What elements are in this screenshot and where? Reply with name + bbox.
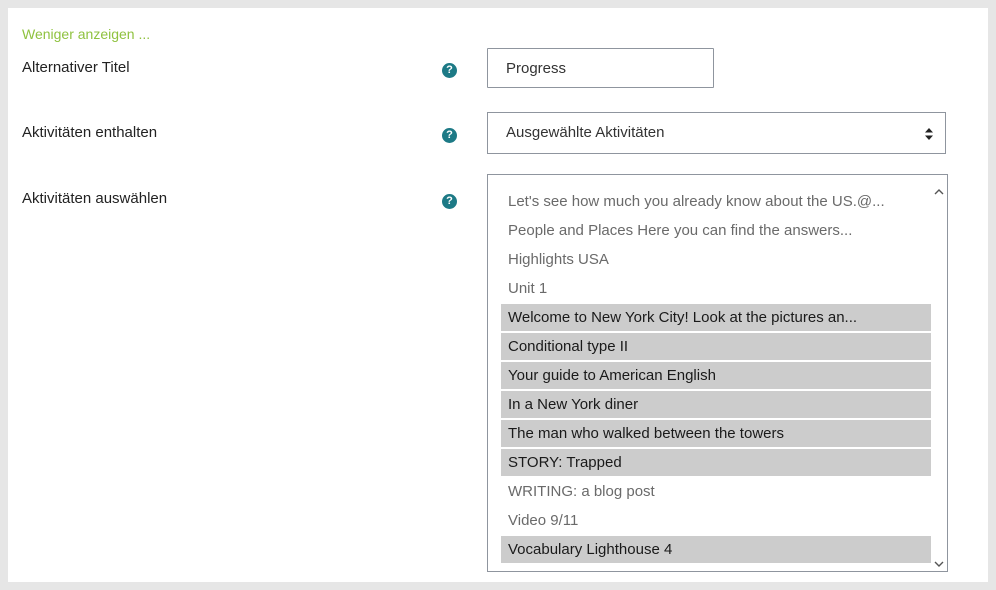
list-item[interactable]: Conditional type II	[501, 333, 931, 360]
list-item[interactable]: People and Places Here you can find the …	[501, 217, 931, 244]
form-panel: Weniger anzeigen ... Alternativer Titel …	[8, 8, 988, 582]
include-activities-selected-value: Ausgewählte Aktivitäten	[506, 124, 665, 141]
chevron-down-icon[interactable]	[934, 555, 944, 567]
help-icon[interactable]: ?	[442, 194, 457, 209]
include-activities-select[interactable]: Ausgewählte Aktivitäten	[487, 112, 946, 154]
chevron-up-icon[interactable]	[934, 183, 944, 195]
list-item[interactable]: Highlights USA	[501, 246, 931, 273]
include-activities-label: Aktivitäten enthalten	[22, 124, 158, 141]
help-icon[interactable]: ?	[442, 128, 457, 143]
list-item[interactable]: STORY: Trapped	[501, 449, 931, 476]
select-activities-label: Aktivitäten auswählen	[22, 190, 168, 207]
list-item[interactable]: WRITING: a blog post	[501, 478, 931, 505]
help-icon[interactable]: ?	[442, 63, 457, 78]
alt-title-label: Alternativer Titel	[22, 59, 130, 76]
list-item[interactable]: Let's see how much you already know abou…	[501, 188, 931, 215]
list-item[interactable]: Video 9/11	[501, 507, 931, 534]
list-item[interactable]: Welcome to New York City! Look at the pi…	[501, 304, 931, 331]
list-item[interactable]: The man who walked between the towers	[501, 420, 931, 447]
list-item[interactable]: Unit 1	[501, 275, 931, 302]
show-less-link[interactable]: Weniger anzeigen ...	[22, 26, 150, 42]
list-item[interactable]: Your guide to American English	[501, 362, 931, 389]
activities-multiselect[interactable]: Let's see how much you already know abou…	[487, 174, 948, 572]
alt-title-input[interactable]	[487, 48, 714, 88]
list-item[interactable]: In a New York diner	[501, 391, 931, 418]
sort-arrows-icon	[924, 113, 934, 153]
list-item[interactable]: Vocabulary Lighthouse 4	[501, 536, 931, 563]
listbox-scrollbar[interactable]	[931, 175, 947, 571]
